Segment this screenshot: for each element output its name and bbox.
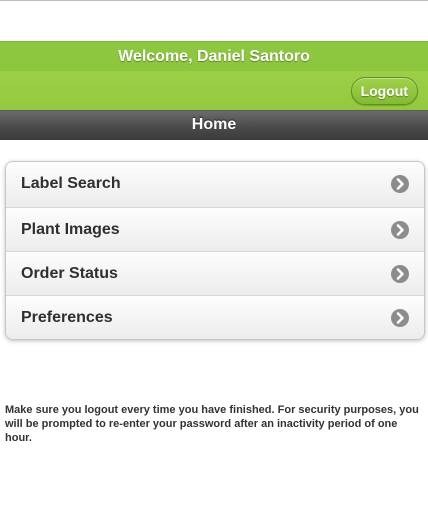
menu-item-label: Label Search <box>21 175 121 192</box>
menu-item-preferences[interactable]: Preferences <box>6 295 424 339</box>
chevron-right-icon <box>391 309 409 327</box>
menu-item-label-search[interactable]: Label Search <box>6 162 424 207</box>
chevron-right-icon <box>391 221 409 239</box>
top-divider <box>0 0 428 1</box>
menu-item-label: Plant Images <box>21 221 120 238</box>
page-title: Home <box>191 116 237 133</box>
menu-item-label: Order Status <box>21 265 118 282</box>
welcome-banner: Welcome, Daniel Santoro <box>0 41 428 71</box>
chevron-right-icon <box>391 175 409 193</box>
logout-button[interactable]: Logout <box>350 77 418 105</box>
menu-item-label: Preferences <box>21 309 113 326</box>
menu-item-plant-images[interactable]: Plant Images <box>6 207 424 251</box>
action-bar: Logout <box>0 71 428 110</box>
welcome-text: Welcome, Daniel Santoro <box>118 48 310 65</box>
security-notice: Make sure you logout every time you have… <box>5 404 419 444</box>
main-menu: Label Search Plant Images Order Status P… <box>5 161 425 340</box>
page-title-bar: Home <box>0 110 428 140</box>
chevron-right-icon <box>391 265 409 283</box>
menu-item-order-status[interactable]: Order Status <box>6 251 424 295</box>
